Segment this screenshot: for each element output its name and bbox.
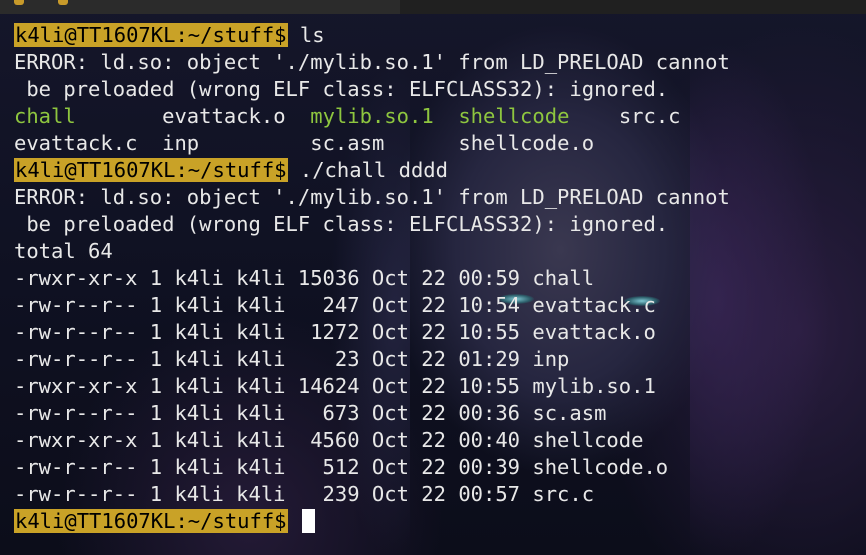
- ls-row: evattack.c inp sc.asm shellcode.o: [14, 130, 864, 157]
- filename: [384, 131, 458, 155]
- listing-row: -rw-r--r-- 1 k4li k4li 239 Oct 22 00:57 …: [14, 482, 595, 506]
- tab-icon: [14, 0, 24, 5]
- executable-filename: mylib.so.1: [310, 104, 434, 128]
- ls-row: chall evattack.o mylib.so.1 shellcode sr…: [14, 103, 864, 130]
- listing-row: -rw-r--r-- 1 k4li k4li 1272 Oct 22 10:55…: [14, 320, 656, 344]
- listing-row: -rwxr-xr-x 1 k4li k4li 15036 Oct 22 00:5…: [14, 266, 595, 290]
- listing-row: -rw-r--r-- 1 k4li k4li 23 Oct 22 01:29 i…: [14, 347, 570, 371]
- error-line: be preloaded (wrong ELF class: ELFCLASS3…: [14, 77, 669, 101]
- listing-row: -rw-r--r-- 1 k4li k4li 673 Oct 22 00:36 …: [14, 401, 607, 425]
- listing-row: -rwxr-xr-x 1 k4li k4li 4560 Oct 22 00:40…: [14, 428, 644, 452]
- error-line: be preloaded (wrong ELF class: ELFCLASS3…: [14, 212, 669, 236]
- terminal-output[interactable]: k4li@TT1607KL:~/stuff$ ls ERROR: ld.so: …: [14, 22, 864, 552]
- filename: [199, 131, 310, 155]
- shell-prompt: k4li@TT1607KL:~/stuff$: [14, 509, 288, 533]
- text-cursor: [301, 509, 315, 533]
- filename: src.c: [618, 104, 681, 128]
- error-line: ERROR: ld.so: object './mylib.so.1' from…: [14, 50, 730, 74]
- command-line-3: k4li@TT1607KL:~/stuff$: [14, 508, 864, 535]
- shell-prompt: k4li@TT1607KL:~/stuff$: [14, 23, 288, 47]
- listing-row: -rwxr-xr-x 1 k4li k4li 14624 Oct 22 10:5…: [14, 374, 656, 398]
- command-text: ls: [287, 23, 325, 47]
- listing-row: -rw-r--r-- 1 k4li k4li 247 Oct 22 10:54 …: [14, 293, 656, 317]
- filename: [137, 131, 162, 155]
- filename: [569, 104, 618, 128]
- shell-prompt: k4li@TT1607KL:~/stuff$: [14, 158, 288, 182]
- command-line-2: k4li@TT1607KL:~/stuff$ ./chall dddd: [14, 157, 864, 184]
- total-line: total 64: [14, 239, 113, 263]
- filename: [434, 104, 459, 128]
- filename: shellcode.o: [458, 131, 595, 155]
- filename: [286, 104, 311, 128]
- executable-filename: chall: [14, 104, 76, 128]
- filename: sc.asm: [310, 131, 385, 155]
- command-text: ./chall dddd: [287, 158, 448, 182]
- filename: inp: [162, 131, 200, 155]
- listing-row: -rw-r--r-- 1 k4li k4li 512 Oct 22 00:39 …: [14, 455, 669, 479]
- tab-icon: [58, 0, 68, 5]
- active-tab[interactable]: [0, 0, 400, 14]
- error-line: ERROR: ld.so: object './mylib.so.1' from…: [14, 185, 730, 209]
- tab-bar: [0, 0, 866, 14]
- filename: [76, 104, 162, 128]
- terminal-window: k4li@TT1607KL:~/stuff$ ls ERROR: ld.so: …: [0, 0, 866, 555]
- command-line-1: k4li@TT1607KL:~/stuff$ ls: [14, 22, 864, 49]
- executable-filename: shellcode: [458, 104, 570, 128]
- filename: evattack.c: [14, 131, 138, 155]
- filename: evattack.o: [162, 104, 286, 128]
